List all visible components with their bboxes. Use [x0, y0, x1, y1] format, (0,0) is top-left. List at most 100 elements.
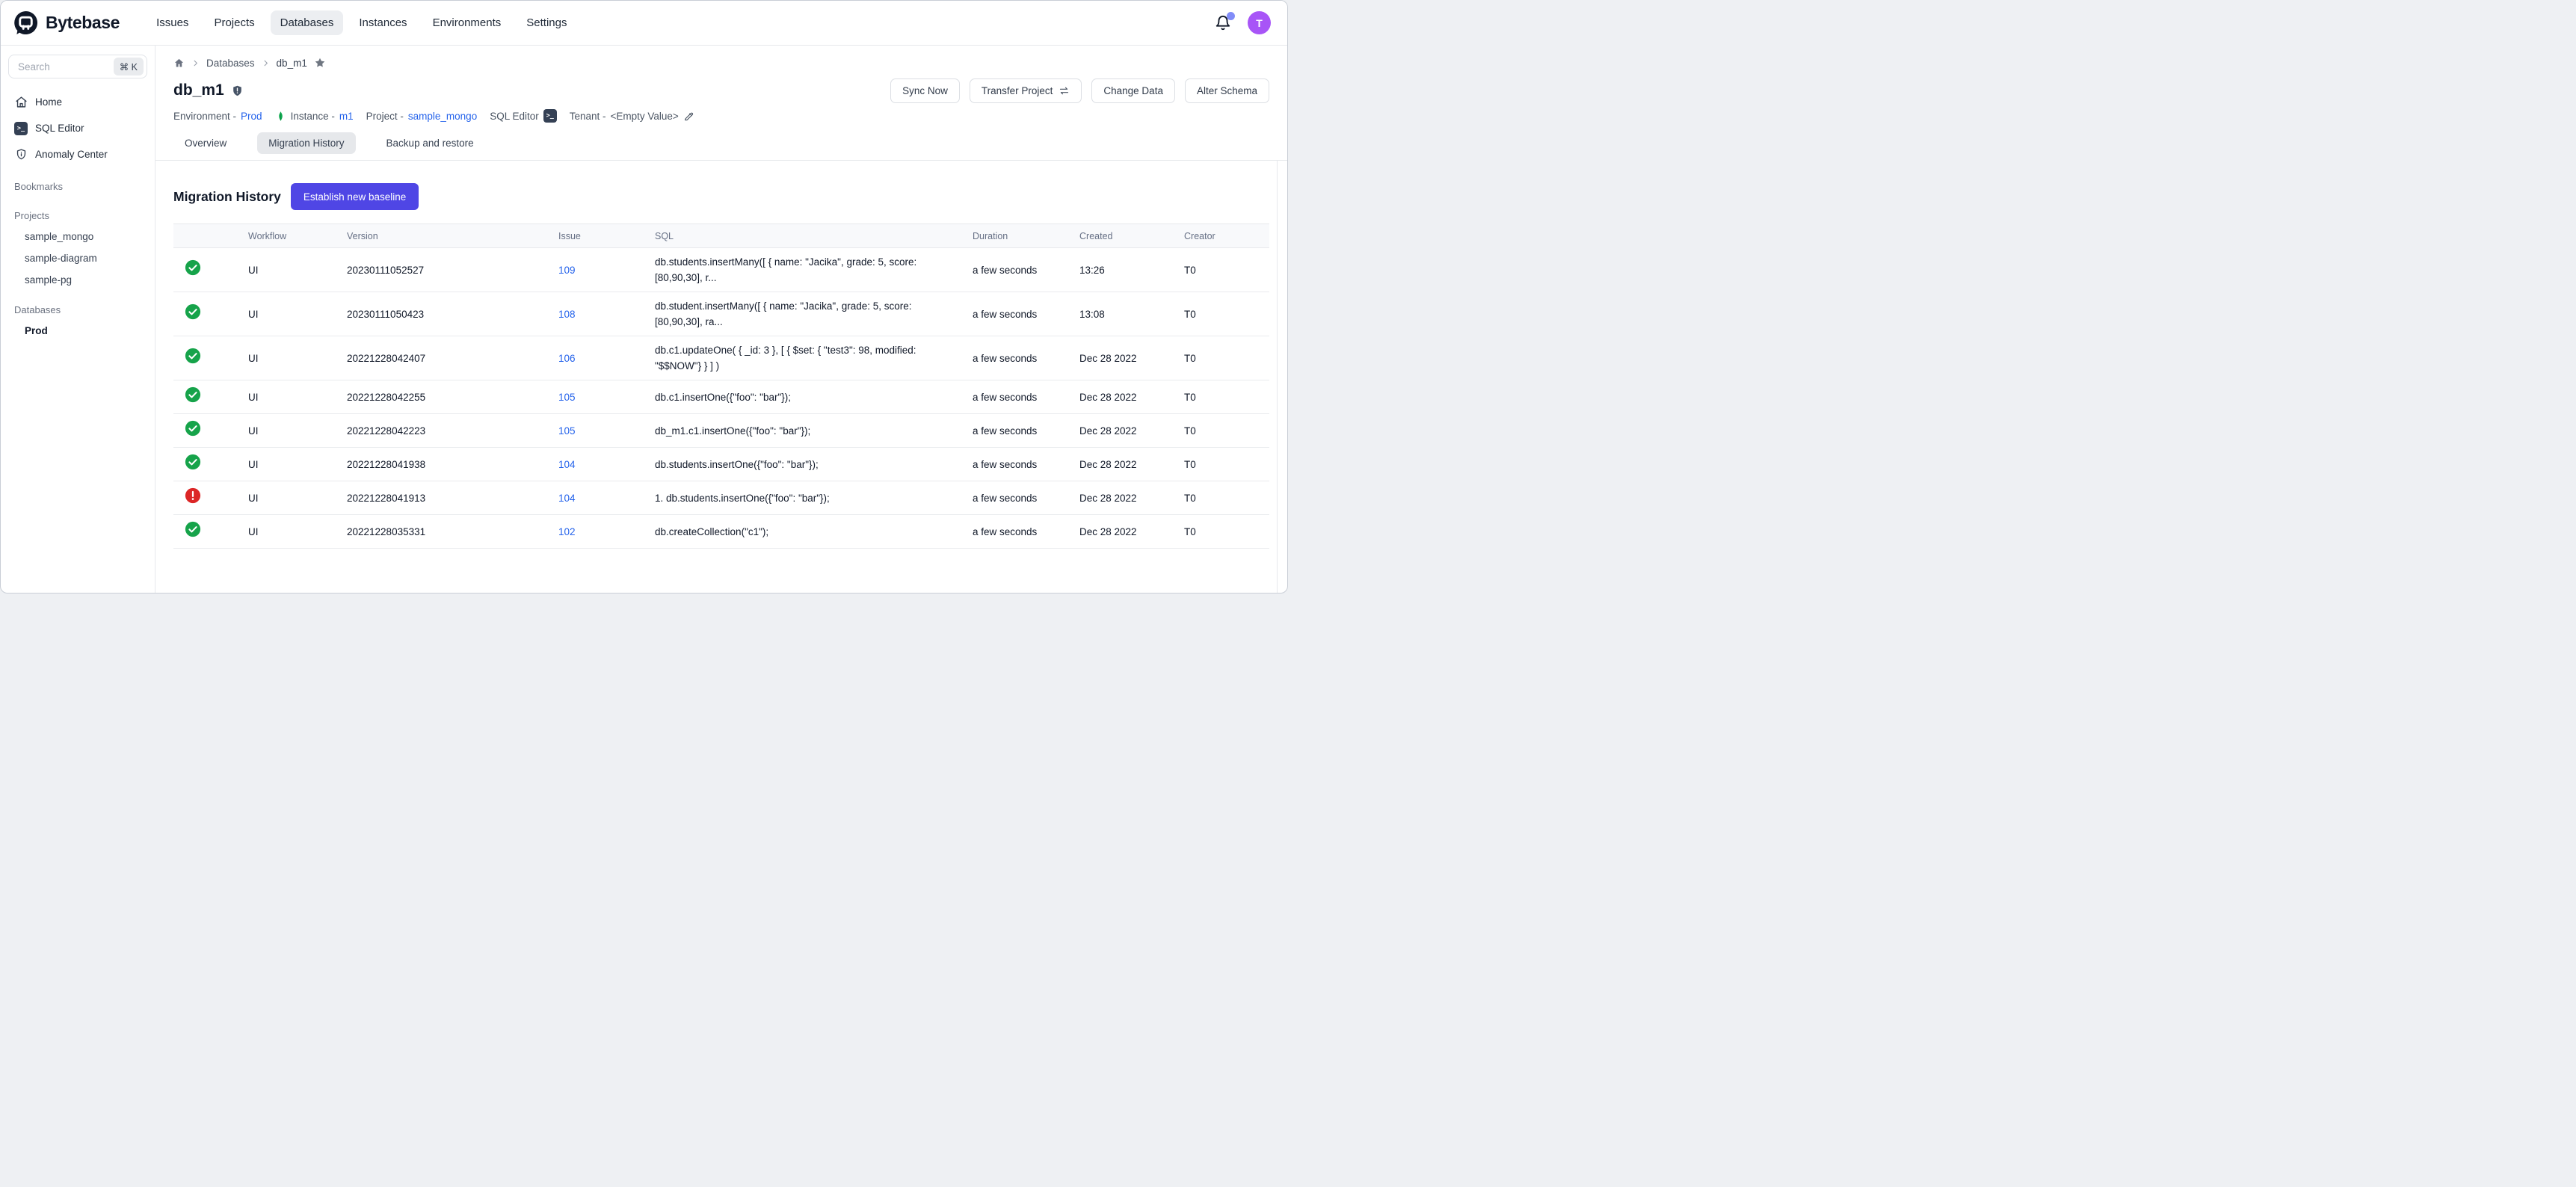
- edit-pencil-icon[interactable]: [683, 111, 694, 122]
- nav-databases[interactable]: Databases: [271, 10, 344, 35]
- cell-created: Dec 28 2022: [1079, 481, 1184, 515]
- status-success-icon: [185, 420, 201, 437]
- cell-version: 20221228042255: [347, 380, 558, 414]
- cell-workflow: UI: [248, 481, 347, 515]
- bookmark-star-icon[interactable]: [314, 57, 326, 69]
- database-shield-icon[interactable]: [231, 84, 244, 97]
- issue-link[interactable]: 108: [558, 309, 576, 320]
- sidebar-item-sql-editor[interactable]: >_ SQL Editor: [8, 115, 147, 141]
- col-issue: Issue: [558, 224, 655, 248]
- table-header-row: Workflow Version Issue SQL Duration Crea…: [173, 224, 1269, 248]
- brand-logo-link[interactable]: Bytebase: [13, 10, 120, 36]
- table-row[interactable]: UI 20221228041913 104 1. db.students.ins…: [173, 481, 1269, 515]
- cell-version: 20230111052527: [347, 248, 558, 292]
- sidebar: ⌘ K Home >_ SQL Editor: [1, 46, 155, 593]
- migration-history-heading: Migration History: [173, 189, 281, 205]
- search-box[interactable]: ⌘ K: [8, 55, 147, 78]
- nav-settings[interactable]: Settings: [517, 10, 576, 35]
- issue-link[interactable]: 105: [558, 425, 576, 437]
- cell-duration: a few seconds: [973, 292, 1079, 336]
- col-creator: Creator: [1184, 224, 1269, 248]
- tab-overview[interactable]: Overview: [173, 132, 238, 154]
- issue-link[interactable]: 109: [558, 265, 576, 276]
- table-row[interactable]: UI 20230111052527 109 db.students.insert…: [173, 248, 1269, 292]
- table-row[interactable]: UI 20221228042407 106 db.c1.updateOne( {…: [173, 336, 1269, 380]
- cell-version: 20221228035331: [347, 515, 558, 549]
- table-row[interactable]: UI 20221228035331 102 db.createCollectio…: [173, 515, 1269, 549]
- cell-created: Dec 28 2022: [1079, 515, 1184, 549]
- establish-baseline-button[interactable]: Establish new baseline: [291, 183, 419, 210]
- migration-history-table: Workflow Version Issue SQL Duration Crea…: [173, 223, 1269, 549]
- cell-duration: a few seconds: [973, 380, 1079, 414]
- sidebar-project-sample-pg[interactable]: sample-pg: [8, 269, 147, 291]
- sidebar-project-sample-diagram[interactable]: sample-diagram: [8, 247, 147, 269]
- sidebar-item-label: Anomaly Center: [35, 149, 108, 160]
- col-workflow: Workflow: [248, 224, 347, 248]
- issue-link[interactable]: 104: [558, 459, 576, 470]
- search-input[interactable]: [16, 61, 114, 73]
- cell-workflow: UI: [248, 414, 347, 448]
- scrollbar-gutter[interactable]: [1277, 161, 1278, 593]
- app-window: Bytebase Issues Projects Databases Insta…: [0, 0, 1288, 594]
- nav-instances[interactable]: Instances: [349, 10, 416, 35]
- cell-workflow: UI: [248, 380, 347, 414]
- migration-history-panel: Migration History Establish new baseline…: [173, 161, 1269, 549]
- project-link[interactable]: sample_mongo: [408, 111, 477, 122]
- environment-link[interactable]: Prod: [241, 111, 262, 122]
- alter-schema-button[interactable]: Alter Schema: [1185, 78, 1269, 103]
- issue-link[interactable]: 105: [558, 392, 576, 403]
- cell-created: 13:08: [1079, 292, 1184, 336]
- table-row[interactable]: UI 20221228042223 105 db_m1.c1.insertOne…: [173, 414, 1269, 448]
- cell-sql: db.c1.insertOne({"foo": "bar"});: [655, 380, 973, 414]
- cell-version: 20221228041938: [347, 448, 558, 481]
- user-avatar[interactable]: T: [1248, 11, 1271, 34]
- cell-duration: a few seconds: [973, 515, 1079, 549]
- sql-editor-meta[interactable]: SQL Editor >_: [490, 109, 557, 123]
- database-tabs: Overview Migration History Backup and re…: [155, 132, 1287, 161]
- nav-environments[interactable]: Environments: [423, 10, 511, 35]
- status-success-icon: [185, 386, 201, 403]
- tab-migration-history[interactable]: Migration History: [257, 132, 355, 154]
- cell-creator: T0: [1184, 248, 1269, 292]
- brand-name: Bytebase: [46, 13, 120, 33]
- issue-link[interactable]: 106: [558, 353, 576, 364]
- nav-issues[interactable]: Issues: [147, 10, 198, 35]
- cell-duration: a few seconds: [973, 336, 1079, 380]
- top-navigation: Issues Projects Databases Instances Envi…: [147, 10, 576, 35]
- button-label: Sync Now: [902, 85, 948, 96]
- home-icon: [14, 96, 28, 109]
- cell-workflow: UI: [248, 448, 347, 481]
- sidebar-item-label: SQL Editor: [35, 123, 84, 134]
- notification-bell-icon[interactable]: [1215, 15, 1231, 31]
- button-label: Change Data: [1103, 85, 1163, 96]
- sidebar-item-home[interactable]: Home: [8, 89, 147, 115]
- page-title: db_m1: [173, 81, 224, 99]
- tenant-label: Tenant -: [570, 111, 606, 122]
- cell-creator: T0: [1184, 292, 1269, 336]
- table-row[interactable]: UI 20230111050423 108 db.student.insertM…: [173, 292, 1269, 336]
- sync-now-button[interactable]: Sync Now: [890, 78, 960, 103]
- transfer-project-button[interactable]: Transfer Project: [970, 78, 1082, 103]
- cell-created: Dec 28 2022: [1079, 414, 1184, 448]
- status-success-icon: [185, 348, 201, 364]
- cell-sql: db.c1.updateOne( { _id: 3 }, [ { $set: {…: [655, 336, 973, 380]
- action-buttons: Sync Now Transfer Project Change Data Al…: [890, 78, 1269, 103]
- tab-backup-and-restore[interactable]: Backup and restore: [375, 132, 485, 154]
- breadcrumb-databases[interactable]: Databases: [206, 58, 255, 69]
- sidebar-project-sample-mongo[interactable]: sample_mongo: [8, 226, 147, 247]
- issue-link[interactable]: 104: [558, 493, 576, 504]
- chevron-right-icon: [191, 59, 200, 67]
- instance-meta: Instance - m1: [275, 111, 354, 122]
- change-data-button[interactable]: Change Data: [1091, 78, 1175, 103]
- instance-link[interactable]: m1: [339, 111, 354, 122]
- sidebar-database-prod[interactable]: Prod: [8, 320, 147, 342]
- table-row[interactable]: UI 20221228042255 105 db.c1.insertOne({"…: [173, 380, 1269, 414]
- notification-dot: [1227, 12, 1235, 20]
- issue-link[interactable]: 102: [558, 526, 576, 537]
- cell-creator: T0: [1184, 380, 1269, 414]
- table-row[interactable]: UI 20221228041938 104 db.students.insert…: [173, 448, 1269, 481]
- chevron-right-icon: [262, 59, 270, 67]
- sidebar-item-anomaly-center[interactable]: Anomaly Center: [8, 141, 147, 167]
- nav-projects[interactable]: Projects: [204, 10, 264, 35]
- breadcrumb-home-icon[interactable]: [173, 58, 185, 69]
